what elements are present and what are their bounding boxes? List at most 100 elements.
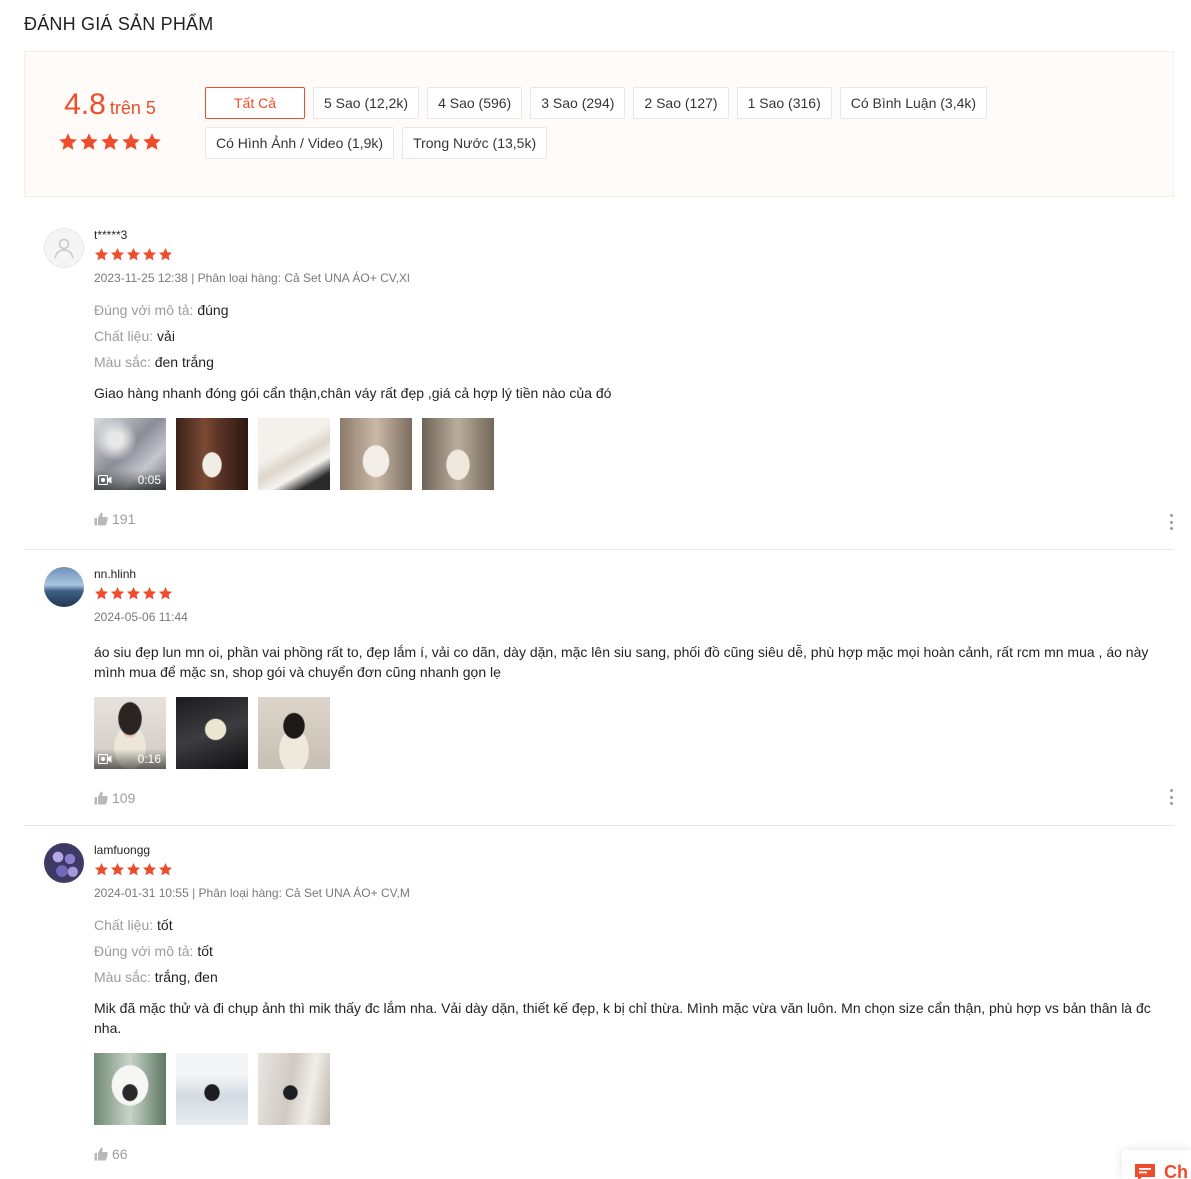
review-item: t*****3 2023-11-25 12:38 | Phân loại hàn… [24,228,1174,550]
more-options-button[interactable] [1168,514,1174,530]
thumbs-up-icon [94,512,108,526]
review-username[interactable]: t*****3 [94,228,1164,242]
review-item: lamfuongg 2024-01-31 10:55 | Phân loại h… [24,843,1174,1179]
review-comment: áo siu đẹp lun mn oi, phần vai phồng rất… [94,644,1149,680]
rating-stars [55,132,165,152]
star-icon [126,586,141,600]
review-image-thumbnail[interactable] [258,418,330,490]
video-camera-icon [98,754,112,764]
review-image-thumbnail[interactable] [258,697,330,769]
review-image-thumbnail[interactable] [176,1053,248,1125]
review-attribute: Chất liệu: tốt [94,916,1164,934]
filter-4-star[interactable]: 4 Sao (596) [427,87,523,119]
star-icon [126,247,141,261]
review-image-thumbnail[interactable] [340,418,412,490]
like-button[interactable]: 191 [94,511,1164,527]
review-image-thumbnail[interactable] [258,1053,330,1125]
star-icon [158,862,173,876]
star-icon [94,586,109,600]
review-image-thumbnail[interactable] [422,418,494,490]
like-button[interactable]: 109 [94,790,1164,806]
attribute-label: Chất liệu: [94,917,154,933]
video-duration: 0:05 [137,473,161,487]
review-media: 0:05 [94,418,1164,490]
attribute-label: Màu sắc: [94,969,151,985]
like-button[interactable]: 66 [94,1146,1164,1162]
review-username[interactable]: nn.hlinh [94,567,1164,581]
review-image-thumbnail[interactable] [176,418,248,490]
review-content: lamfuongg 2024-01-31 10:55 | Phân loại h… [94,843,1164,1162]
video-camera-icon [98,475,112,485]
star-icon [101,133,119,150]
filter-2-star[interactable]: 2 Sao (127) [633,87,729,119]
video-duration: 0:16 [137,752,161,766]
chat-button[interactable]: Ch [1122,1150,1191,1179]
attribute-label: Đúng với mô tả: [94,302,194,318]
attribute-value: đen trắng [154,354,214,370]
attribute-value: vải [157,328,175,344]
star-icon [122,133,140,150]
review-meta: 2024-01-31 10:55 | Phân loại hàng: Cả Se… [94,886,410,900]
like-count: 109 [112,790,136,806]
rating-summary: 4.8 trên 5 [55,88,165,152]
thumbs-up-icon [94,791,108,805]
star-icon [94,247,109,261]
chat-label: Ch [1164,1162,1188,1179]
star-icon [110,247,125,261]
rating-filters: Tất Cả 5 Sao (12,2k) 4 Sao (596) 3 Sao (… [205,87,1045,159]
review-image-thumbnail[interactable] [176,697,248,769]
rating-score-suffix: trên 5 [109,98,156,118]
section-title: ĐÁNH GIÁ SẢN PHẨM [24,14,214,34]
review-media [94,1053,1164,1125]
star-icon [158,247,173,261]
attribute-label: Chất liệu: [94,328,154,344]
star-icon [158,586,173,600]
star-icon [110,586,125,600]
star-icon [126,862,141,876]
star-icon [142,862,157,876]
attribute-label: Màu sắc: [94,354,151,370]
chat-icon [1135,1164,1155,1179]
review-stars [94,247,1164,263]
review-video-thumbnail[interactable]: 0:16 [94,697,166,769]
review-stars [94,586,1164,602]
review-video-thumbnail[interactable]: 0:05 [94,418,166,490]
like-count: 66 [112,1146,128,1162]
star-icon [59,133,77,150]
avatar[interactable] [44,567,84,607]
user-placeholder-icon [54,238,74,259]
filter-with-media[interactable]: Có Hình Ảnh / Video (1,9k) [205,127,395,159]
filter-domestic[interactable]: Trong Nước (13,5k) [402,127,548,159]
review-attribute: Chất liệu: vải [94,327,1164,345]
review-attribute: Màu sắc: trắng, đen [94,968,1164,986]
review-username[interactable]: lamfuongg [94,843,1164,857]
star-icon [142,247,157,261]
filter-3-star[interactable]: 3 Sao (294) [530,87,626,119]
review-comment: Giao hàng nhanh đóng gói cẩn thận,chân v… [94,385,612,401]
filter-with-comment[interactable]: Có Bình Luận (3,4k) [839,87,988,119]
video-overlay: 0:16 [94,749,166,769]
thumbs-up-icon [94,1147,108,1161]
more-options-button[interactable] [1168,789,1174,805]
review-attribute: Đúng với mô tả: đúng [94,301,1164,319]
filter-5-star[interactable]: 5 Sao (12,2k) [313,87,420,119]
attribute-value: trắng, đen [154,969,218,985]
review-meta: 2024-05-06 11:44 [94,610,188,624]
filter-all[interactable]: Tất Cả [205,87,305,119]
review-media: 0:16 [94,697,1164,769]
star-icon [94,862,109,876]
attribute-value: tốt [197,943,213,959]
avatar[interactable] [44,843,84,883]
review-stars [94,862,1164,878]
review-comment: Mik đã mặc thử và đi chụp ảnh thì mik th… [94,1000,1151,1036]
review-item: nn.hlinh 2024-05-06 11:44 áo siu đẹp lun… [24,567,1174,826]
review-content: nn.hlinh 2024-05-06 11:44 áo siu đẹp lun… [94,567,1164,806]
review-image-thumbnail[interactable] [94,1053,166,1125]
review-attribute: Màu sắc: đen trắng [94,353,1164,371]
attribute-value: đúng [197,302,229,318]
avatar[interactable] [44,228,84,268]
like-count: 191 [112,511,136,527]
rating-overview: 4.8 trên 5 Tất Cả 5 Sao (12,2k) 4 Sao (59… [24,51,1174,197]
review-content: t*****3 2023-11-25 12:38 | Phân loại hàn… [94,228,1164,527]
filter-1-star[interactable]: 1 Sao (316) [736,87,832,119]
